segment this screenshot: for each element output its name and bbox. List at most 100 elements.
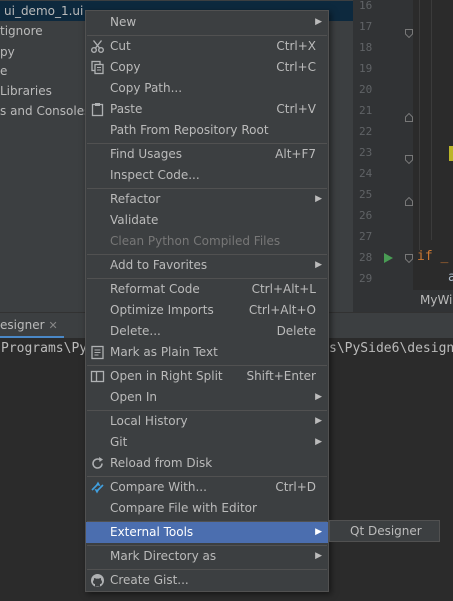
code-editor[interactable]: if _ a bbox=[413, 0, 453, 290]
line-number: 16 bbox=[359, 0, 373, 12]
menu-item-label: Copy bbox=[110, 60, 141, 74]
submenu-arrow-icon: ▶ bbox=[315, 437, 322, 447]
menu-item-copy-path[interactable]: Copy Path... bbox=[86, 78, 328, 99]
line-number: 18 bbox=[359, 41, 373, 54]
fold-icon[interactable] bbox=[405, 113, 413, 122]
indent-guide bbox=[431, 0, 432, 240]
menu-item-shortcut: Ctrl+C bbox=[276, 60, 316, 74]
tree-item-label: s and Consoles bbox=[0, 104, 91, 118]
menu-item-shortcut: Ctrl+V bbox=[276, 102, 316, 116]
plain-text-icon bbox=[91, 345, 104, 360]
decorator-marker bbox=[449, 146, 453, 161]
submenu-arrow-icon: ▶ bbox=[315, 551, 322, 561]
submenu-arrow-icon: ▶ bbox=[315, 416, 322, 426]
menu-item-open-right-split[interactable]: Open in Right Split Shift+Enter bbox=[86, 366, 328, 387]
menu-item-label: Git bbox=[110, 435, 128, 449]
menu-item-label: Clean Python Compiled Files bbox=[110, 234, 281, 248]
menu-item-refactor[interactable]: Refactor ▶ bbox=[86, 189, 328, 210]
line-number: 29 bbox=[359, 272, 373, 285]
menu-item-label: Create Gist... bbox=[110, 573, 189, 587]
menu-item-label: Inspect Code... bbox=[110, 168, 200, 182]
menu-item-compare-file-editor[interactable]: Compare File with Editor bbox=[86, 498, 328, 519]
menu-item-reformat-code[interactable]: Reformat Code Ctrl+Alt+L bbox=[86, 279, 328, 300]
menu-item-label: Copy Path... bbox=[110, 81, 183, 95]
menu-item-mark-directory[interactable]: Mark Directory as ▶ bbox=[86, 546, 328, 567]
menu-item-shortcut: Alt+F7 bbox=[275, 147, 316, 161]
menu-item-paste[interactable]: Paste Ctrl+V bbox=[86, 99, 328, 120]
submenu-arrow-icon: ▶ bbox=[315, 260, 322, 270]
menu-item-label: Reload from Disk bbox=[110, 456, 213, 470]
line-number: 23 bbox=[359, 146, 373, 159]
github-icon bbox=[91, 574, 104, 587]
tree-item-label: Libraries bbox=[0, 84, 52, 98]
line-number: 22 bbox=[359, 125, 373, 138]
breadcrumb-label: MyWi bbox=[420, 293, 453, 307]
menu-item-copy[interactable]: Copy Ctrl+C bbox=[86, 57, 328, 78]
fold-icon[interactable] bbox=[405, 29, 413, 38]
menu-item-shortcut: Ctrl+D bbox=[275, 480, 316, 494]
menu-item-label: Delete... bbox=[110, 324, 161, 338]
external-tools-submenu: Qt Designer bbox=[329, 520, 440, 542]
menu-item-mark-plain-text[interactable]: Mark as Plain Text bbox=[86, 342, 328, 363]
menu-item-label: Find Usages bbox=[110, 147, 183, 161]
menu-item-open-in[interactable]: Open In ▶ bbox=[86, 387, 328, 408]
menu-item-label: Reformat Code bbox=[110, 282, 200, 296]
menu-item-shortcut: Shift+Enter bbox=[246, 369, 316, 383]
menu-item-create-gist[interactable]: Create Gist... bbox=[86, 570, 328, 591]
paste-icon bbox=[91, 103, 104, 117]
line-number: 19 bbox=[359, 62, 373, 75]
menu-item-label: New bbox=[110, 15, 137, 29]
menu-item-compare-with[interactable]: Compare With... Ctrl+D bbox=[86, 477, 328, 498]
menu-item-external-tools[interactable]: External Tools ▶ bbox=[86, 522, 328, 543]
submenu-arrow-icon: ▶ bbox=[315, 392, 322, 402]
code-if-statement: if _ bbox=[417, 249, 449, 264]
compare-icon bbox=[91, 481, 104, 494]
console-text-left: Programs\Py bbox=[1, 341, 88, 356]
line-number: 20 bbox=[359, 83, 373, 96]
code-line: a bbox=[448, 270, 453, 285]
close-icon[interactable]: ✕ bbox=[49, 319, 58, 332]
menu-item-find-usages[interactable]: Find Usages Alt+F7 bbox=[86, 144, 328, 165]
tree-item-label: py bbox=[0, 45, 15, 59]
menu-item-validate[interactable]: Validate bbox=[86, 210, 328, 231]
menu-item-inspect-code[interactable]: Inspect Code... bbox=[86, 165, 328, 186]
menu-item-reload-disk[interactable]: Reload from Disk bbox=[86, 453, 328, 474]
menu-item-label: Open In bbox=[110, 390, 158, 404]
menu-item-delete[interactable]: Delete... Delete bbox=[86, 321, 328, 342]
menu-item-qt-designer[interactable]: Qt Designer bbox=[330, 521, 439, 541]
menu-item-label: Path From Repository Root bbox=[110, 123, 269, 137]
editor-breadcrumb[interactable]: MyWi bbox=[353, 290, 453, 312]
run-icon[interactable] bbox=[384, 253, 393, 263]
line-number: 27 bbox=[359, 230, 373, 243]
menu-item-label: Mark Directory as bbox=[110, 549, 217, 563]
menu-item-new[interactable]: New ▶ bbox=[86, 12, 328, 33]
line-number: 17 bbox=[359, 20, 373, 33]
split-icon bbox=[90, 370, 105, 383]
menu-item-shortcut: Ctrl+X bbox=[276, 39, 316, 53]
tool-window-tab[interactable]: esigner ✕ bbox=[0, 313, 64, 338]
line-number: 21 bbox=[359, 104, 373, 117]
code-keyword-fragment bbox=[448, 166, 453, 178]
menu-item-cut[interactable]: Cut Ctrl+X bbox=[86, 36, 328, 57]
tool-tab-label: esigner bbox=[0, 318, 45, 332]
reload-icon bbox=[92, 457, 103, 469]
menu-item-label: Paste bbox=[110, 102, 143, 116]
menu-item-label: Refactor bbox=[110, 192, 161, 206]
menu-item-label: Compare With... bbox=[110, 480, 207, 494]
menu-item-label: Compare File with Editor bbox=[110, 501, 257, 515]
menu-item-local-history[interactable]: Local History ▶ bbox=[86, 411, 328, 432]
menu-item-optimize-imports[interactable]: Optimize Imports Ctrl+Alt+O bbox=[86, 300, 328, 321]
submenu-arrow-icon: ▶ bbox=[315, 17, 322, 27]
menu-item-path-from-root[interactable]: Path From Repository Root bbox=[86, 120, 328, 141]
menu-item-add-favorites[interactable]: Add to Favorites ▶ bbox=[86, 255, 328, 276]
submenu-arrow-icon: ▶ bbox=[315, 527, 322, 537]
menu-item-label: Validate bbox=[110, 213, 159, 227]
menu-item-git[interactable]: Git ▶ bbox=[86, 432, 328, 453]
fold-icon[interactable] bbox=[405, 155, 413, 164]
editor-gutter: 16 17 18 19 20 21 22 23 24 25 26 27 28 2… bbox=[353, 0, 413, 312]
fold-icon[interactable] bbox=[405, 254, 413, 263]
menu-item-label: Mark as Plain Text bbox=[110, 345, 218, 359]
context-menu: New ▶ Cut Ctrl+X Copy Ctrl+C Copy Path... P… bbox=[85, 10, 329, 592]
fold-icon[interactable] bbox=[405, 197, 413, 206]
scissors-icon bbox=[91, 40, 104, 53]
